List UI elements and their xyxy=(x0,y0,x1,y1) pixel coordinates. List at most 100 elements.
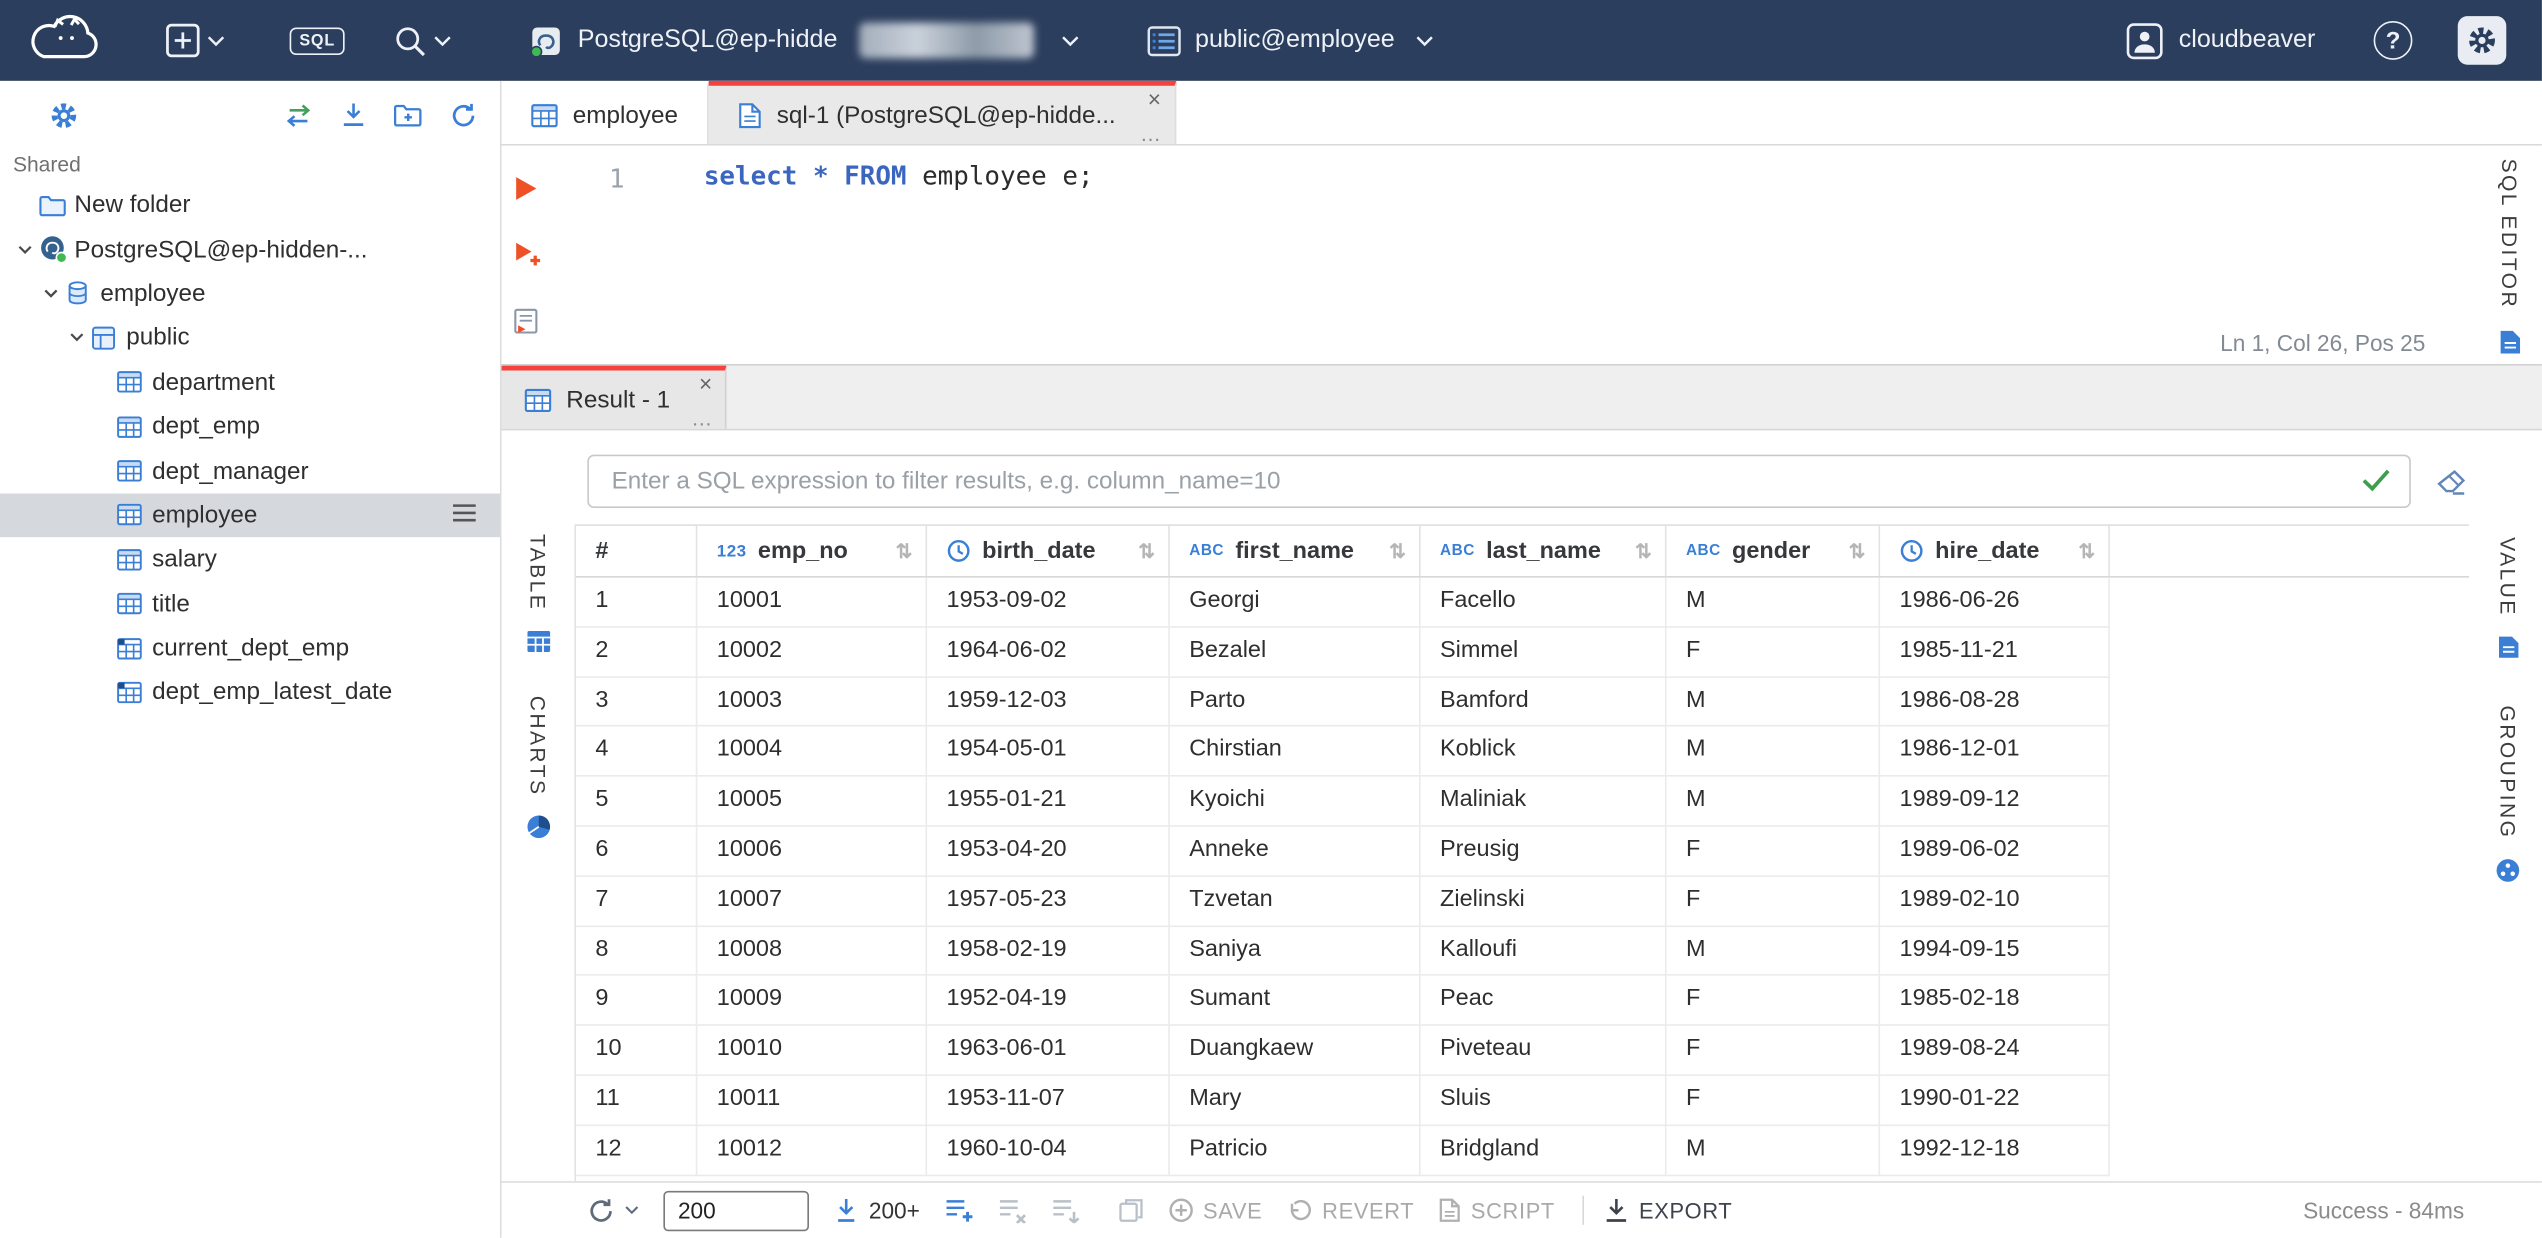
data-cell[interactable]: 1953-04-20 xyxy=(927,826,1170,877)
sql-editor-side-tab[interactable]: SQL EDITOR xyxy=(2477,159,2542,356)
fetch-size-input[interactable] xyxy=(663,1190,809,1231)
tree-item-employee[interactable]: employee xyxy=(0,271,500,315)
tree-item-salary[interactable]: salary xyxy=(0,537,500,581)
column-header-birth_date[interactable]: birth_date ⇅ xyxy=(927,525,1170,577)
expand-chevron-icon[interactable] xyxy=(61,329,90,347)
data-cell[interactable]: 1992-12-18 xyxy=(1880,1125,2110,1176)
connection-selector[interactable]: PostgreSQL@ep-hidde xyxy=(529,22,1078,59)
data-cell[interactable]: 10010 xyxy=(697,1026,928,1076)
apply-filter-check-icon[interactable] xyxy=(2361,468,2392,492)
data-cell[interactable]: Tzvetan xyxy=(1169,876,1421,927)
copy-button[interactable] xyxy=(1117,1197,1143,1223)
sort-icon[interactable]: ⇅ xyxy=(1138,539,1155,563)
data-cell[interactable]: 1990-01-22 xyxy=(1880,1075,2110,1126)
data-cell[interactable]: Bezalel xyxy=(1169,627,1421,678)
tree-item-public[interactable]: public xyxy=(0,316,500,360)
data-cell[interactable]: 1994-09-15 xyxy=(1880,926,2110,977)
fetch-more-button[interactable]: 200+ xyxy=(833,1197,920,1223)
row-number-cell[interactable]: 5 xyxy=(576,776,698,827)
data-cell[interactable]: Sumant xyxy=(1169,976,1421,1027)
data-cell[interactable]: Bamford xyxy=(1420,677,1667,728)
tree-item-title[interactable]: title xyxy=(0,582,500,626)
tree-item-PostgreSQL@ep-hidden-...[interactable]: PostgreSQL@ep-hidden-... xyxy=(0,227,500,271)
data-cell[interactable]: 10001 xyxy=(697,577,928,628)
data-cell[interactable]: M xyxy=(1666,1125,1881,1176)
new-object-button[interactable] xyxy=(165,23,225,59)
execute-script-icon[interactable] xyxy=(513,239,542,275)
data-cell[interactable]: 10006 xyxy=(697,826,928,877)
row-menu-icon[interactable] xyxy=(451,501,477,529)
data-cell[interactable]: 10007 xyxy=(697,876,928,927)
sort-icon[interactable]: ⇅ xyxy=(1389,539,1406,563)
tree-item-New folder[interactable]: New folder xyxy=(0,183,500,227)
data-cell[interactable]: M xyxy=(1666,776,1881,827)
data-cell[interactable]: Patricio xyxy=(1169,1125,1421,1176)
data-cell[interactable]: F xyxy=(1666,1075,1881,1126)
row-number-cell[interactable]: 11 xyxy=(576,1075,698,1126)
data-cell[interactable]: Kalloufi xyxy=(1420,926,1667,977)
data-cell[interactable]: 10009 xyxy=(697,976,928,1027)
row-number-cell[interactable]: 10 xyxy=(576,1026,698,1076)
tree-item-dept_emp[interactable]: dept_emp xyxy=(0,404,500,448)
data-cell[interactable]: Anneke xyxy=(1169,826,1421,877)
refresh-icon[interactable] xyxy=(450,101,478,129)
expand-chevron-icon[interactable] xyxy=(36,285,65,303)
data-cell[interactable]: Koblick xyxy=(1420,727,1667,777)
data-cell[interactable]: Facello xyxy=(1420,577,1667,628)
collapse-all-icon[interactable] xyxy=(340,102,368,128)
add-row-button[interactable] xyxy=(944,1197,973,1223)
tree-item-dept_emp_latest_date[interactable]: dept_emp_latest_date xyxy=(0,670,500,714)
tree-item-department[interactable]: department xyxy=(0,360,500,404)
tab-value-panel[interactable]: VALUE xyxy=(2496,537,2520,660)
tree-item-employee[interactable]: employee xyxy=(0,493,500,538)
tab-result-1[interactable]: Result - 1 × … xyxy=(501,365,727,429)
data-cell[interactable]: 1952-04-19 xyxy=(927,976,1170,1027)
tab-table-view[interactable]: TABLE xyxy=(525,534,551,653)
tab-charts-view[interactable]: CHARTS xyxy=(525,695,551,839)
user-menu[interactable]: cloudbeaver xyxy=(2125,22,2315,59)
data-cell[interactable]: 1957-05-23 xyxy=(927,876,1170,927)
data-cell[interactable]: Preusig xyxy=(1420,826,1667,877)
data-cell[interactable]: 1964-06-02 xyxy=(927,627,1170,678)
navigator-settings-gear-icon[interactable] xyxy=(49,100,80,131)
row-number-cell[interactable]: 3 xyxy=(576,677,698,728)
data-cell[interactable]: M xyxy=(1666,677,1881,728)
data-cell[interactable]: 10003 xyxy=(697,677,928,728)
column-header-gender[interactable]: ABC gender ⇅ xyxy=(1667,525,1881,577)
tab-sql-editor[interactable]: sql-1 (PostgreSQL@ep-hidde... × … xyxy=(708,80,1176,145)
sort-icon[interactable]: ⇅ xyxy=(1635,539,1652,563)
data-cell[interactable]: M xyxy=(1666,577,1881,628)
search-button[interactable] xyxy=(393,23,451,57)
tab-overflow-icon[interactable]: … xyxy=(1140,123,1161,144)
data-cell[interactable]: 1986-06-26 xyxy=(1880,577,2110,628)
column-header-last_name[interactable]: ABC last_name ⇅ xyxy=(1421,525,1667,577)
data-cell[interactable]: 1960-10-04 xyxy=(927,1125,1170,1176)
expand-chevron-icon[interactable] xyxy=(10,240,39,258)
data-cell[interactable]: 10004 xyxy=(697,727,928,777)
data-cell[interactable]: Duangkaew xyxy=(1169,1026,1421,1076)
column-header-first_name[interactable]: ABC first_name ⇅ xyxy=(1170,525,1421,577)
revert-button[interactable]: REVERT xyxy=(1287,1198,1415,1222)
data-cell[interactable]: F xyxy=(1666,976,1881,1027)
data-cell[interactable]: Peac xyxy=(1420,976,1667,1027)
row-number-cell[interactable]: 6 xyxy=(576,826,698,877)
data-cell[interactable]: 10011 xyxy=(697,1075,928,1126)
data-cell[interactable]: 1959-12-03 xyxy=(927,677,1170,728)
data-cell[interactable]: Parto xyxy=(1169,677,1421,728)
data-cell[interactable]: F xyxy=(1666,876,1881,927)
data-cell[interactable]: 10008 xyxy=(697,926,928,977)
data-cell[interactable]: 10002 xyxy=(697,627,928,678)
column-header-emp_no[interactable]: 123 emp_no ⇅ xyxy=(697,525,928,577)
sql-editor[interactable]: 1 select * FROM employee e; Ln 1, Col 26… xyxy=(501,145,2542,365)
row-number-cell[interactable]: 12 xyxy=(576,1125,698,1176)
data-cell[interactable]: 1985-11-21 xyxy=(1880,627,2110,678)
data-cell[interactable]: M xyxy=(1666,926,1881,977)
row-number-cell[interactable]: 4 xyxy=(576,727,698,777)
help-button[interactable]: ? xyxy=(2373,21,2413,60)
close-icon[interactable]: × xyxy=(1148,87,1161,110)
sort-icon[interactable]: ⇅ xyxy=(1849,539,1866,563)
row-number-cell[interactable]: 9 xyxy=(576,976,698,1027)
row-number-cell[interactable]: 1 xyxy=(576,577,698,628)
data-cell[interactable]: F xyxy=(1666,627,1881,678)
sync-with-editor-icon[interactable] xyxy=(283,103,314,127)
